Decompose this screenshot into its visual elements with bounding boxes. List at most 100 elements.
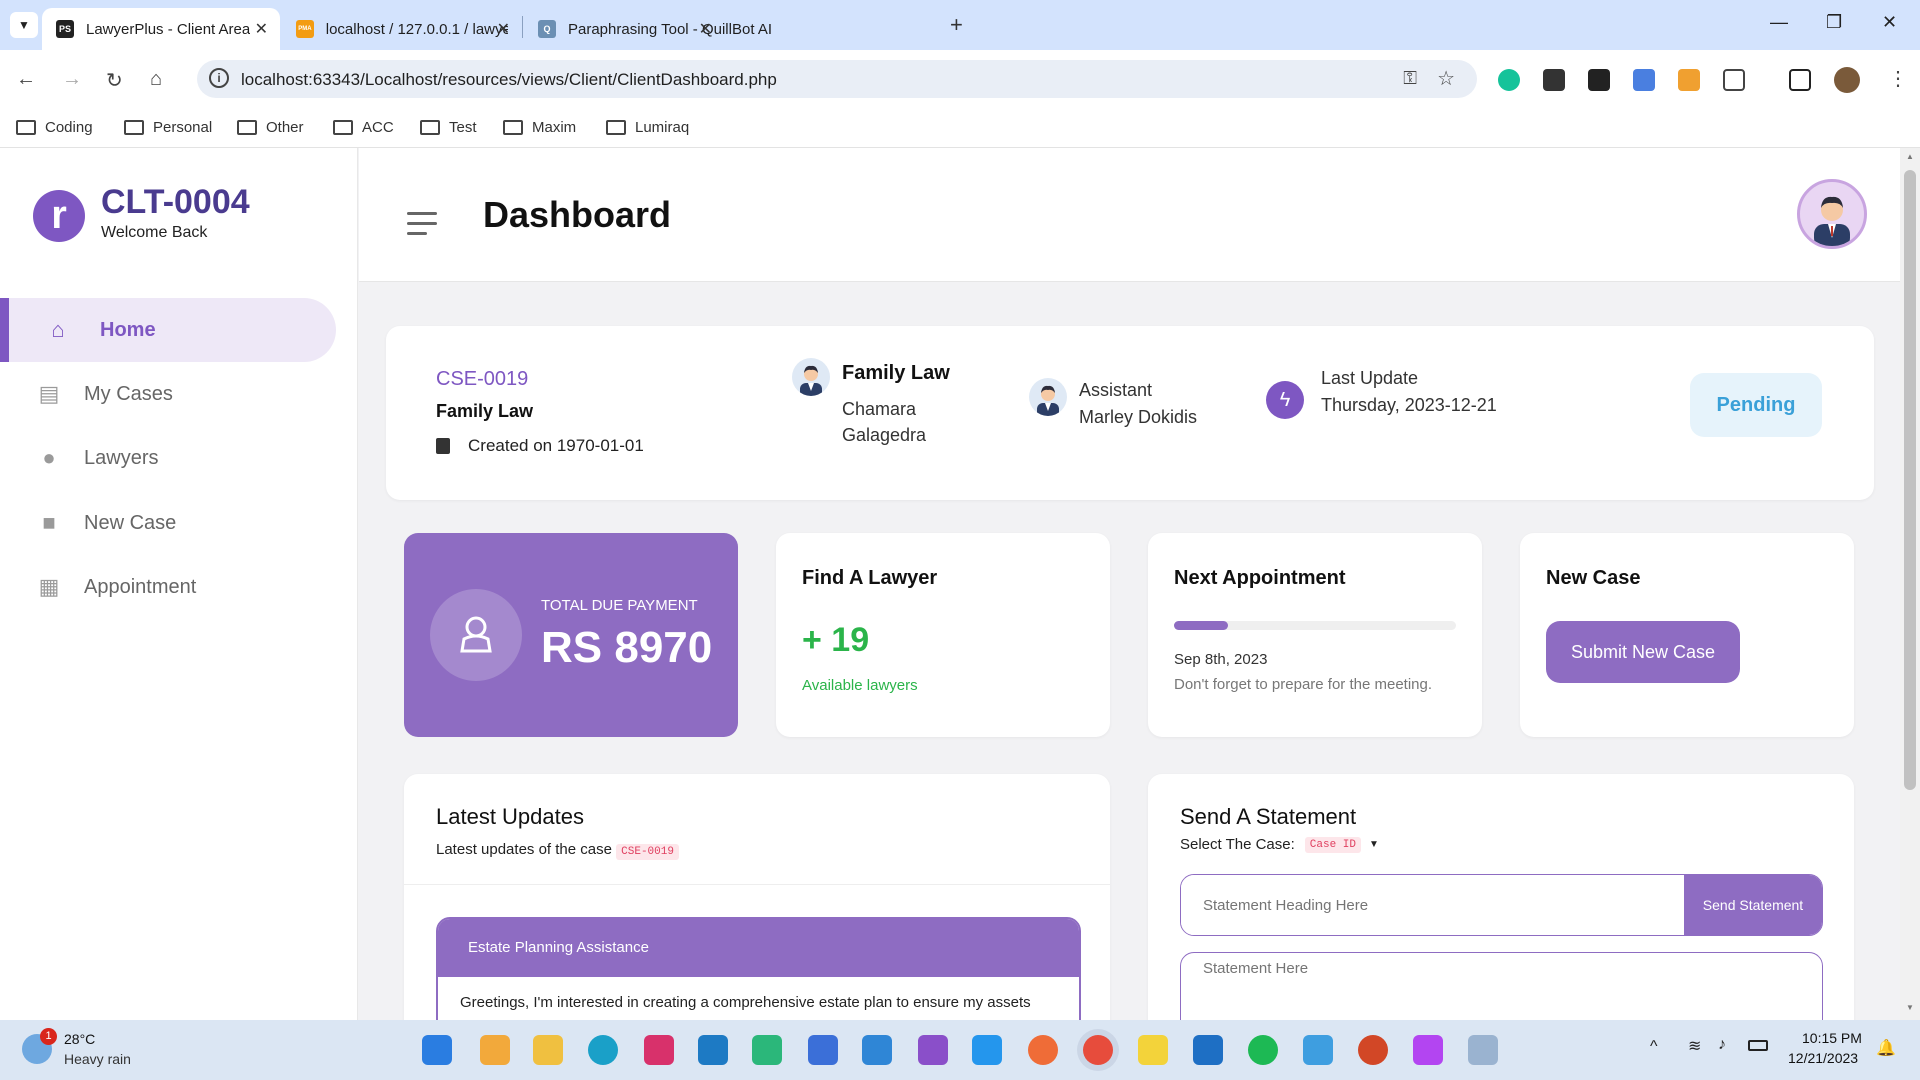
bookmark-acc[interactable]: ACC bbox=[333, 119, 394, 136]
sidebar-item-lawyers[interactable]: ● Lawyers bbox=[0, 426, 336, 490]
bookmark-other[interactable]: Other bbox=[237, 119, 304, 136]
colorful-extension-icon[interactable] bbox=[1678, 69, 1700, 91]
clock-time[interactable]: 10:15 PM bbox=[1802, 1030, 1862, 1046]
restore-icon[interactable]: ❐ bbox=[1826, 12, 1842, 33]
sidebar-item-label: Appointment bbox=[84, 575, 197, 598]
extension-icon[interactable] bbox=[1543, 69, 1565, 91]
snipping-tool-icon[interactable] bbox=[1468, 1035, 1498, 1065]
appointment-date: Sep 8th, 2023 bbox=[1174, 651, 1268, 668]
tab-quillbot[interactable]: Q Paraphrasing Tool - QuillBot AI ✕ bbox=[524, 8, 924, 50]
scrollbar-thumb[interactable] bbox=[1904, 170, 1916, 790]
case-id-select[interactable]: Case ID bbox=[1304, 836, 1362, 853]
visual-studio-icon[interactable] bbox=[918, 1035, 948, 1065]
puzzle-extensions-icon[interactable] bbox=[1723, 69, 1745, 91]
film-extension-icon[interactable] bbox=[1588, 69, 1610, 91]
find-lawyer-card[interactable]: Find A Lawyer + 19 Available lawyers bbox=[776, 533, 1110, 737]
intellij-icon[interactable] bbox=[644, 1035, 674, 1065]
user-avatar[interactable] bbox=[1797, 179, 1867, 249]
scroll-down-icon[interactable]: ▼ bbox=[1906, 1003, 1914, 1012]
battery-icon[interactable] bbox=[1748, 1040, 1768, 1051]
weather-temp: 28°C bbox=[64, 1031, 96, 1047]
tab-lawyerplus[interactable]: PS LawyerPlus - Client Area ✕ bbox=[42, 8, 280, 50]
appointment-note: Don't forget to prepare for the meeting. bbox=[1174, 676, 1433, 693]
bookmark-personal[interactable]: Personal bbox=[124, 119, 212, 136]
sidebar-item-my-cases[interactable]: ▤ My Cases bbox=[0, 362, 336, 426]
close-tab-icon[interactable]: ✕ bbox=[255, 19, 268, 39]
sidebar-item-new-case[interactable]: ■ New Case bbox=[0, 491, 336, 555]
key-icon[interactable]: ⚿ bbox=[1403, 68, 1417, 89]
windows-start-icon[interactable] bbox=[422, 1035, 452, 1065]
docker-icon[interactable] bbox=[972, 1035, 1002, 1065]
lawyer-first-name: Chamara bbox=[842, 399, 917, 419]
sidebar-item-home[interactable]: ⌂ Home bbox=[0, 298, 336, 362]
notification-bell-icon[interactable]: 🔔 bbox=[1876, 1038, 1896, 1058]
phpstorm-icon[interactable] bbox=[1413, 1035, 1443, 1065]
tab-separator bbox=[522, 16, 523, 38]
phpstorm-favicon-icon: PS bbox=[56, 20, 74, 38]
drawing-app-icon[interactable] bbox=[1303, 1035, 1333, 1065]
widget-app-icon[interactable] bbox=[480, 1035, 510, 1065]
bookmark-star-icon[interactable]: ☆ bbox=[1437, 66, 1455, 91]
page-scrollbar[interactable]: ▲ ▼ bbox=[1900, 148, 1920, 1020]
reload-icon[interactable]: ↻ bbox=[106, 68, 123, 93]
minimize-icon[interactable]: — bbox=[1770, 12, 1788, 33]
home-browser-icon[interactable]: ⌂ bbox=[150, 68, 162, 91]
tray-overflow-icon[interactable]: ^ bbox=[1650, 1038, 1658, 1056]
case-code-badge: CSE-0019 bbox=[616, 844, 679, 860]
chevron-down-icon[interactable]: ▼ bbox=[1369, 839, 1379, 850]
spotify-icon[interactable] bbox=[1248, 1035, 1278, 1065]
welcome-text: Welcome Back bbox=[101, 224, 208, 241]
translate-extension-icon[interactable] bbox=[1633, 69, 1655, 91]
sidebar-item-label: Home bbox=[100, 318, 156, 341]
edge-icon[interactable] bbox=[588, 1035, 618, 1065]
sidebar-item-appointment[interactable]: ▦ Appointment bbox=[0, 555, 336, 619]
side-panel-icon[interactable] bbox=[1789, 69, 1811, 91]
wifi-icon[interactable]: ≋ bbox=[1688, 1036, 1701, 1056]
lightning-icon: ϟ bbox=[1266, 381, 1304, 419]
case-id[interactable]: CSE-0019 bbox=[436, 368, 528, 391]
bookmark-test[interactable]: Test bbox=[420, 119, 477, 136]
bookmark-coding[interactable]: Coding bbox=[16, 119, 93, 136]
webstorm-icon[interactable] bbox=[698, 1035, 728, 1065]
new-tab-icon[interactable]: + bbox=[950, 12, 963, 38]
tab-phpmyadmin[interactable]: PMA localhost / 127.0.0.1 / lawyerplu ✕ bbox=[282, 8, 522, 50]
statement-heading-input[interactable] bbox=[1181, 875, 1684, 935]
card-title: Find A Lawyer bbox=[802, 567, 938, 589]
bookmark-lumiraq[interactable]: Lumiraq bbox=[606, 119, 689, 136]
profile-avatar-icon[interactable] bbox=[1834, 67, 1860, 93]
volume-icon[interactable]: ♪ bbox=[1718, 1036, 1726, 1054]
goland-icon[interactable] bbox=[808, 1035, 838, 1065]
vscode-icon[interactable] bbox=[862, 1035, 892, 1065]
updates-subtitle: Latest updates of the case CSE-0019 bbox=[436, 841, 679, 860]
clock-date[interactable]: 12/21/2023 bbox=[1788, 1050, 1858, 1066]
chrome-icon[interactable] bbox=[1083, 1035, 1113, 1065]
home-icon: ⌂ bbox=[51, 317, 65, 342]
sticky-notes-icon[interactable] bbox=[1138, 1035, 1168, 1065]
person-icon: ● bbox=[42, 445, 56, 470]
back-icon[interactable]: ← bbox=[16, 68, 36, 91]
browser-menu-icon[interactable]: ⋮ bbox=[1888, 66, 1908, 91]
omnibox[interactable]: i localhost:63343/Localhost/resources/vi… bbox=[197, 60, 1477, 98]
payment-amount: RS 8970 bbox=[541, 623, 713, 672]
latest-updates-panel: Latest Updates Latest updates of the cas… bbox=[404, 774, 1110, 1057]
hamburger-menu-icon[interactable] bbox=[407, 212, 437, 242]
powerpoint-icon[interactable] bbox=[1358, 1035, 1388, 1065]
close-tab-icon[interactable]: ✕ bbox=[497, 19, 510, 39]
select-case-label: Select The Case: bbox=[1180, 836, 1295, 853]
bookmark-maxim[interactable]: Maxim bbox=[503, 119, 576, 136]
grammarly-extension-icon[interactable] bbox=[1498, 69, 1520, 91]
close-tab-icon[interactable]: ✕ bbox=[699, 19, 712, 39]
submit-new-case-button[interactable]: Submit New Case bbox=[1546, 621, 1740, 683]
datagrip-icon[interactable] bbox=[752, 1035, 782, 1065]
file-explorer-icon[interactable] bbox=[533, 1035, 563, 1065]
browser-tab-strip: ▼ PS LawyerPlus - Client Area ✕ PMA loca… bbox=[0, 0, 1920, 50]
total-due-payment-card: TOTAL DUE PAYMENT RS 8970 bbox=[404, 533, 738, 737]
close-window-icon[interactable]: ✕ bbox=[1882, 12, 1897, 33]
outlook-icon[interactable] bbox=[1193, 1035, 1223, 1065]
forward-icon[interactable]: → bbox=[62, 68, 82, 91]
send-statement-button[interactable]: Send Statement bbox=[1684, 875, 1822, 935]
tab-search-button[interactable]: ▼ bbox=[10, 12, 38, 38]
postman-icon[interactable] bbox=[1028, 1035, 1058, 1065]
site-info-icon[interactable]: i bbox=[209, 68, 229, 88]
scroll-up-icon[interactable]: ▲ bbox=[1906, 152, 1914, 161]
